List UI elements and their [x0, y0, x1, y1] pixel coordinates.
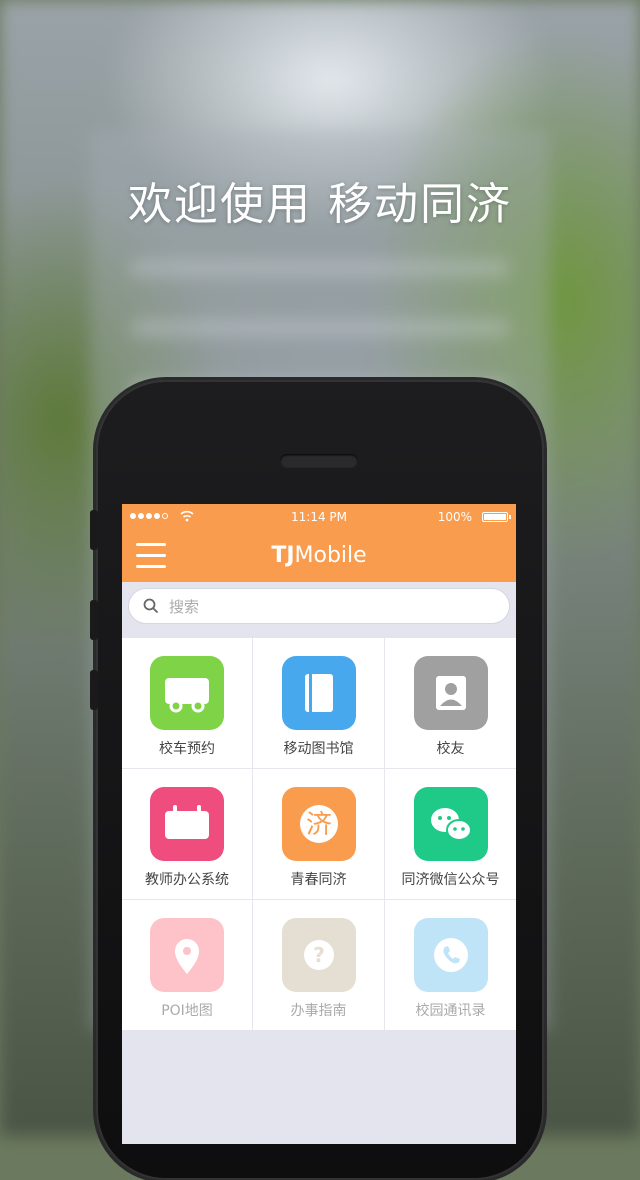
volume-up-button [90, 600, 98, 640]
app-campus-directory[interactable]: 校园通讯录 [385, 900, 516, 1030]
app-label: POI地图 [161, 1003, 213, 1019]
app-alumni[interactable]: 校友 [385, 638, 516, 768]
volume-down-button [90, 670, 98, 710]
app-mobile-library[interactable]: 移动图书馆 [253, 638, 384, 768]
svg-text:?: ? [313, 943, 325, 967]
battery-percentage: 100% [437, 510, 472, 524]
status-bar: 11:14 PM 100% [122, 504, 516, 530]
person-icon [413, 656, 488, 730]
phone-frame: 11:14 PM 100% TJMobile 搜索 校车预约 移动图书馆 校友 … [90, 380, 544, 1180]
app-label: 教师办公系统 [145, 872, 229, 888]
mute-switch [90, 510, 98, 550]
app-label: 移动图书馆 [283, 741, 354, 757]
question-icon: ? [281, 918, 356, 992]
ji-glyph: 济 [305, 810, 331, 840]
calendar-icon [150, 787, 224, 861]
app-bus-booking[interactable]: 校车预约 [122, 638, 252, 768]
app-label: 校车预约 [159, 741, 215, 757]
app-label: 办事指南 [290, 1003, 347, 1019]
app-label: 青春同济 [290, 872, 347, 888]
book-icon [281, 656, 356, 730]
search-bar [128, 588, 510, 624]
map-pin-icon [150, 918, 224, 992]
ji-character-icon: 济 [281, 787, 356, 861]
search-icon [143, 598, 159, 614]
app-label: 校友 [436, 741, 465, 757]
app-title-bold: TJ [271, 543, 295, 568]
welcome-headline: 欢迎使用 移动同济 [128, 179, 512, 230]
app-teacher-office[interactable]: 教师办公系统 [122, 769, 252, 899]
nav-bar: TJMobile [122, 530, 516, 582]
app-title-rest: Mobile [294, 543, 367, 568]
wechat-icon [413, 787, 488, 861]
app-label: 同济微信公众号 [401, 872, 500, 888]
search-input[interactable] [167, 594, 471, 620]
app-grid: 校车预约 移动图书馆 校友 教师办公系统 济 青春同济 同济微信公众号 POI地… [122, 638, 516, 1030]
app-title: TJMobile [122, 543, 516, 568]
app-poi-map[interactable]: POI地图 [122, 900, 252, 1030]
search-bar-container [122, 582, 516, 632]
app-screen: 11:14 PM 100% TJMobile 搜索 校车预约 移动图书馆 校友 … [122, 504, 516, 1144]
app-youth-tongji[interactable]: 济 青春同济 [253, 769, 384, 899]
earpiece-speaker [280, 454, 358, 468]
battery-icon [482, 512, 511, 522]
app-label: 校园通讯录 [415, 1003, 486, 1019]
phone-icon [413, 918, 488, 992]
bus-icon [150, 656, 224, 730]
app-service-guide[interactable]: ? 办事指南 [253, 900, 384, 1030]
app-wechat-account[interactable]: 同济微信公众号 [385, 769, 516, 899]
